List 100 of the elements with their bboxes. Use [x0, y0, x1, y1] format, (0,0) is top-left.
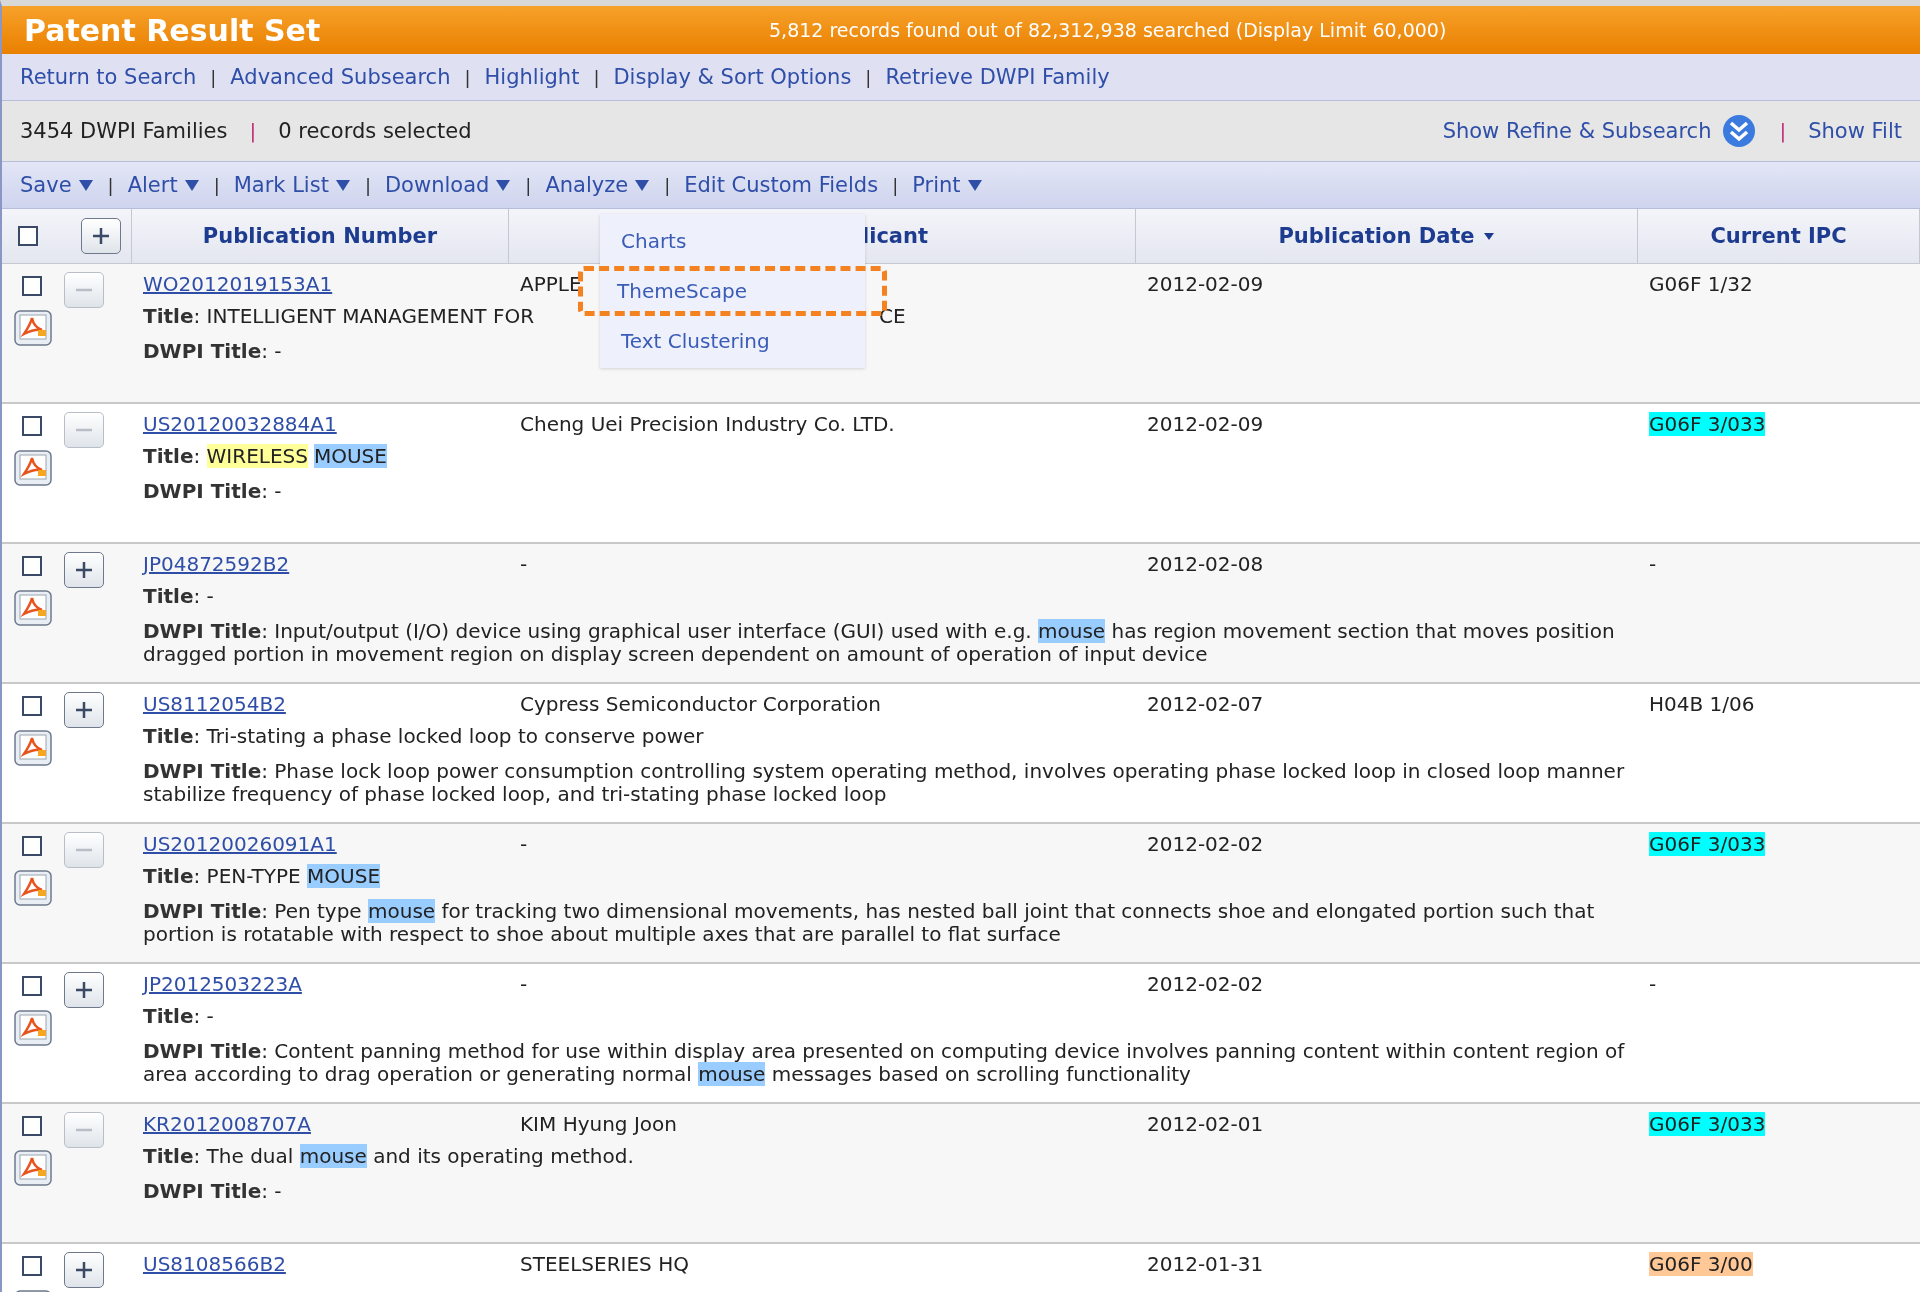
column-header[interactable]: Publication Date [1278, 224, 1495, 248]
caret-icon [77, 178, 94, 192]
applicant-cell: Cypress Semiconductor Corporation [520, 692, 881, 716]
separator: | [249, 119, 257, 143]
publication-number-link[interactable]: JP04872592B2 [143, 552, 290, 576]
minus-icon [73, 848, 95, 852]
toolbar-menu-button[interactable]: Print [912, 173, 983, 197]
dwpi-title-text: DWPI Title: Content panning method for use within display area presented on computing device involves panning content within content region of area according to drag operation or generating normal mouse messages based on scrolling functionality [143, 1040, 1625, 1086]
publication-number-link[interactable]: KR2012008707A [143, 1112, 311, 1136]
row-checkbox[interactable] [22, 416, 42, 436]
double-chevron-icon[interactable] [1721, 113, 1758, 149]
pdf-icon[interactable] [14, 310, 52, 346]
families-count: 3454 DWPI Families [20, 119, 228, 143]
filter-link[interactable]: Show Filt [1808, 119, 1902, 143]
applicant-cell: - [520, 552, 528, 576]
ipc-cell: G06F 3/033 [1649, 1112, 1766, 1136]
separator: | [213, 174, 220, 196]
ipc-cell: G06F 3/00 [1649, 1252, 1753, 1276]
publication-number-link[interactable]: JP2012503223A [143, 972, 302, 996]
records-summary: 5,812 records found out of 82,312,938 searched (Display Limit 60,000) [769, 19, 1447, 41]
nav-link[interactable]: Retrieve DWPI Family [885, 65, 1110, 89]
toolbar-menu-button[interactable]: Alert [127, 173, 200, 197]
pdf-icon[interactable] [14, 450, 52, 486]
title-text: Title: - [143, 1004, 214, 1030]
minus-icon [73, 428, 95, 432]
toolbar-menu-button[interactable]: Analyze [545, 173, 651, 197]
selected-count: 0 records selected [278, 119, 472, 143]
toolbar-menu-button[interactable]: Edit Custom Fields [684, 173, 879, 197]
minus-icon [73, 1128, 95, 1132]
nav-link[interactable]: Display & Sort Options [613, 65, 852, 89]
pdf-icon[interactable] [14, 590, 52, 626]
plus-icon [73, 979, 95, 1001]
title-text: Title: WIRELESS MOUSE [143, 444, 387, 470]
ipc-cell: G06F 3/033 [1649, 832, 1766, 856]
ipc-cell: G06F 3/033 [1649, 412, 1766, 436]
ipc-cell: - [1649, 552, 1657, 576]
row-checkbox[interactable] [22, 1116, 42, 1136]
nav-link[interactable]: Highlight [484, 65, 580, 89]
publication-number-link[interactable]: WO2012019153A1 [143, 272, 333, 296]
applicant-cell: Cheng Uei Precision Industry Co. LTD. [520, 412, 895, 436]
dwpi-title-text: DWPI Title: - [143, 1180, 282, 1203]
publication-number-link[interactable]: US20120032884A1 [143, 412, 337, 436]
pdf-icon[interactable] [14, 730, 52, 766]
date-cell: 2012-01-31 [1147, 1252, 1264, 1276]
title-text: Title: INTELLIGENT MANAGEMENT FOR [143, 304, 535, 330]
plus-icon [73, 1259, 95, 1281]
menu-item[interactable]: Text Clustering [606, 320, 859, 362]
row-checkbox[interactable] [22, 976, 42, 996]
expand-button[interactable] [64, 1252, 104, 1288]
separator: | [107, 174, 114, 196]
refine-link[interactable]: Show Refine & Subsearch [1442, 119, 1712, 143]
row-checkbox[interactable] [22, 696, 42, 716]
ipc-cell: G06F 1/32 [1649, 272, 1753, 296]
applicant-cell: KIM Hyung Joon [520, 1112, 677, 1136]
date-cell: 2012-02-09 [1147, 272, 1264, 296]
title-text: Title: PEN-TYPE MOUSE [143, 864, 381, 890]
date-cell: 2012-02-08 [1147, 552, 1264, 576]
column-header[interactable]: Current IPC [1710, 224, 1847, 248]
row-checkbox[interactable] [22, 836, 42, 856]
row-checkbox[interactable] [22, 276, 42, 296]
separator: | [865, 66, 872, 88]
ipc-cell: - [1649, 972, 1657, 996]
plus-icon [73, 559, 95, 581]
separator: | [664, 174, 671, 196]
expand-all-button[interactable] [81, 218, 121, 254]
caret-icon [334, 178, 351, 192]
pdf-icon[interactable] [14, 870, 52, 906]
menu-item[interactable]: Charts [606, 220, 859, 262]
date-cell: 2012-02-01 [1147, 1112, 1264, 1136]
applicant-cell: - [520, 972, 528, 996]
publication-number-link[interactable]: US8108566B2 [143, 1252, 286, 1276]
nav-link[interactable]: Advanced Subsearch [230, 65, 451, 89]
date-cell: 2012-02-02 [1147, 832, 1264, 856]
select-all-checkbox[interactable] [18, 226, 38, 246]
separator: | [1779, 119, 1787, 143]
separator: | [364, 174, 371, 196]
date-cell: 2012-02-07 [1147, 692, 1264, 716]
nav-link[interactable]: Return to Search [20, 65, 197, 89]
caret-icon [183, 178, 200, 192]
toolbar-menu-button[interactable]: Download [384, 173, 512, 197]
toolbar-menu-button[interactable]: Mark List [233, 173, 351, 197]
caret-icon [634, 178, 651, 192]
pdf-icon[interactable] [14, 1010, 52, 1046]
date-cell: 2012-02-02 [1147, 972, 1264, 996]
minus-icon [73, 288, 95, 292]
pdf-icon[interactable] [14, 1150, 52, 1186]
expand-button[interactable] [64, 692, 104, 728]
row-checkbox[interactable] [22, 1256, 42, 1276]
dwpi-title-text: DWPI Title: - [143, 340, 282, 363]
expand-button[interactable] [64, 972, 104, 1008]
separator: | [593, 66, 600, 88]
column-header[interactable]: Publication Number [202, 224, 438, 248]
title-text: Title: - [143, 584, 214, 610]
publication-number-link[interactable]: US8112054B2 [143, 692, 286, 716]
toolbar-menu-button[interactable]: Save [20, 173, 94, 197]
expand-button[interactable] [64, 552, 104, 588]
row-checkbox[interactable] [22, 556, 42, 576]
publication-number-link[interactable]: US20120026091A1 [143, 832, 337, 856]
plus-icon [73, 699, 95, 721]
caret-icon [966, 178, 983, 192]
